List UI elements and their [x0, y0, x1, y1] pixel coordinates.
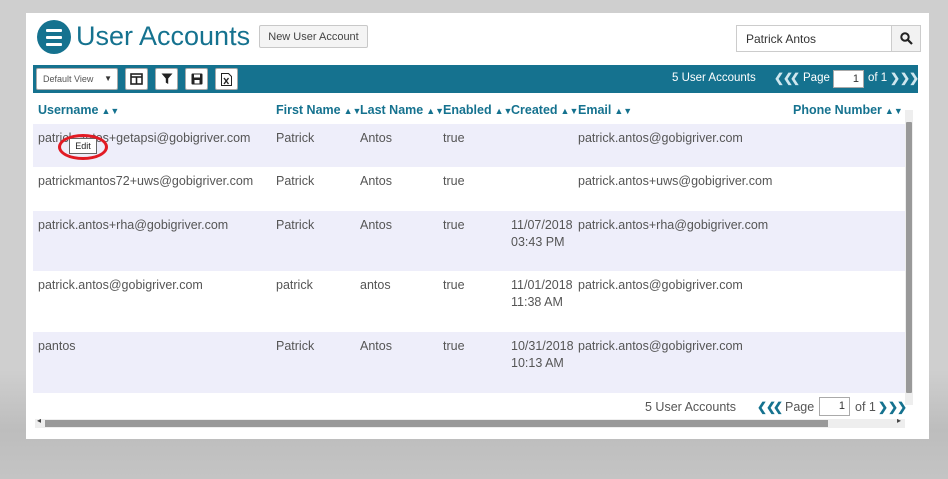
cell-created-time: 03:43 PM	[511, 235, 565, 249]
column-header-created[interactable]: Created ▲▼	[511, 103, 578, 117]
column-header-last-name[interactable]: Last Name ▲▼	[360, 103, 444, 117]
vertical-scrollbar-thumb[interactable]	[906, 122, 912, 393]
table-row[interactable]: pantos Patrick Antos true 10/31/2018 10:…	[33, 332, 905, 393]
cell-first-name: patrick	[276, 278, 313, 292]
table-row[interactable]: patrick.antos+rha@gobigriver.com Patrick…	[33, 211, 905, 271]
main-panel: User Accounts New User Account Default V…	[26, 13, 929, 439]
cell-email: patrick.antos@gobigriver.com	[578, 278, 743, 292]
column-header-email[interactable]: Email ▲▼	[578, 103, 632, 117]
last-page-icon[interactable]: ❯❯	[888, 400, 907, 414]
cell-username[interactable]: patrick.antos@gobigriver.com	[38, 277, 203, 294]
filter-icon	[161, 73, 172, 84]
toolbar-page-input[interactable]: 1	[833, 70, 864, 88]
table-row[interactable]: patrick.antos+getapsi@gobigriver.com Pat…	[33, 124, 905, 167]
cell-username[interactable]: patrickmantos72+uws@gobigriver.com	[38, 173, 253, 190]
export-excel-button[interactable]	[215, 68, 238, 90]
column-header-enabled[interactable]: Enabled ▲▼	[443, 103, 512, 117]
cell-first-name: Patrick	[276, 174, 315, 188]
cell-created-time: 11:38 AM	[511, 295, 563, 309]
filter-button[interactable]	[155, 68, 178, 90]
chevron-down-icon: ▼	[104, 74, 112, 83]
toolbar-page-label: Page	[803, 72, 830, 84]
cell-created-date: 11/07/2018	[511, 218, 573, 232]
cell-last-name: Antos	[360, 174, 392, 188]
column-header-label: Username	[38, 103, 99, 117]
sort-icon: ▲▼	[426, 106, 445, 116]
cell-first-name: Patrick	[276, 131, 315, 145]
columns-icon	[130, 73, 143, 85]
cell-enabled: true	[443, 339, 465, 353]
footer-page-of: of 1	[855, 400, 876, 414]
cell-username[interactable]: patrick.antos+rha@gobigriver.com	[38, 217, 228, 234]
new-user-account-button[interactable]: New User Account	[259, 25, 368, 48]
footer-page-label: Page	[785, 400, 815, 414]
scroll-left-icon[interactable]: ◂	[37, 416, 41, 425]
menu-icon[interactable]	[37, 20, 71, 54]
search-input[interactable]	[736, 25, 892, 52]
sort-icon: ▲▼	[614, 106, 633, 116]
column-header-label: Last Name	[360, 103, 424, 117]
footer-record-count: 5 User Accounts	[645, 400, 737, 414]
save-icon	[191, 73, 202, 85]
column-header-label: Phone Number	[793, 103, 882, 117]
cell-first-name: Patrick	[276, 218, 315, 232]
column-header-label: Created	[511, 103, 558, 117]
column-header-label: Email	[578, 103, 612, 117]
cell-enabled: true	[443, 218, 465, 232]
sort-icon: ▲▼	[560, 106, 579, 116]
next-page-icon[interactable]: ❯	[878, 400, 888, 414]
columns-button[interactable]	[125, 68, 148, 90]
cell-last-name: Antos	[360, 131, 392, 145]
column-header-phone-number[interactable]: Phone Number ▲▼	[793, 103, 903, 117]
cell-email: patrick.antos@gobigriver.com	[578, 339, 743, 353]
cell-email: patrick.antos+uws@gobigriver.com	[578, 174, 773, 188]
sort-icon: ▲▼	[343, 106, 362, 116]
cell-email: patrick.antos@gobigriver.com	[578, 131, 743, 145]
cell-enabled: true	[443, 174, 465, 188]
highlight-circle	[58, 134, 108, 160]
sort-icon: ▲▼	[884, 106, 903, 116]
cell-last-name: Antos	[360, 339, 392, 353]
page-title: User Accounts	[76, 21, 251, 51]
cell-last-name: Antos	[360, 218, 392, 232]
cell-created-time: 10:13 AM	[511, 356, 564, 370]
scroll-right-icon[interactable]: ▸	[897, 416, 901, 425]
excel-export-icon	[221, 72, 232, 86]
last-page-icon[interactable]: ❯❯	[900, 71, 919, 85]
table-row[interactable]: patrickmantos72+uws@gobigriver.com Patri…	[33, 167, 905, 211]
view-select[interactable]: Default View ▼	[36, 68, 118, 90]
column-header-label: Enabled	[443, 103, 492, 117]
cell-created-date: 10/31/2018	[511, 339, 574, 353]
cell-username[interactable]: pantos	[38, 338, 76, 355]
sort-icon: ▲▼	[494, 106, 513, 116]
column-header-username[interactable]: Username ▲▼	[38, 103, 119, 117]
horizontal-scrollbar-thumb[interactable]	[45, 420, 828, 427]
grid-toolbar: Default View ▼ 5 User Accounts ❮❮ ❮ Page…	[33, 65, 919, 93]
search-icon	[899, 32, 913, 45]
horizontal-scrollbar[interactable]: ◂ ▸	[35, 416, 905, 428]
save-view-button[interactable]	[185, 68, 208, 90]
cell-first-name: Patrick	[276, 339, 315, 353]
column-header-first-name[interactable]: First Name ▲▼	[276, 103, 361, 117]
next-page-icon[interactable]: ❯	[890, 71, 900, 85]
prev-page-icon[interactable]: ❮	[790, 71, 800, 85]
sort-icon: ▲▼	[101, 106, 120, 116]
toolbar-record-count: 5 User Accounts	[672, 72, 756, 84]
cell-enabled: true	[443, 131, 465, 145]
cell-created-date: 11/01/2018	[511, 278, 573, 292]
cell-email: patrick.antos+rha@gobigriver.com	[578, 218, 769, 232]
prev-page-icon[interactable]: ❮	[773, 400, 783, 414]
search-button[interactable]	[891, 25, 921, 52]
column-header-label: First Name	[276, 103, 341, 117]
toolbar-page-of: of 1	[868, 72, 888, 84]
cell-enabled: true	[443, 278, 465, 292]
cell-last-name: antos	[360, 278, 391, 292]
vertical-scrollbar[interactable]	[905, 110, 913, 405]
view-select-value: Default View	[43, 74, 94, 84]
footer-page-input[interactable]: 1	[819, 397, 850, 416]
table-row[interactable]: patrick.antos@gobigriver.com patrick ant…	[33, 271, 905, 332]
